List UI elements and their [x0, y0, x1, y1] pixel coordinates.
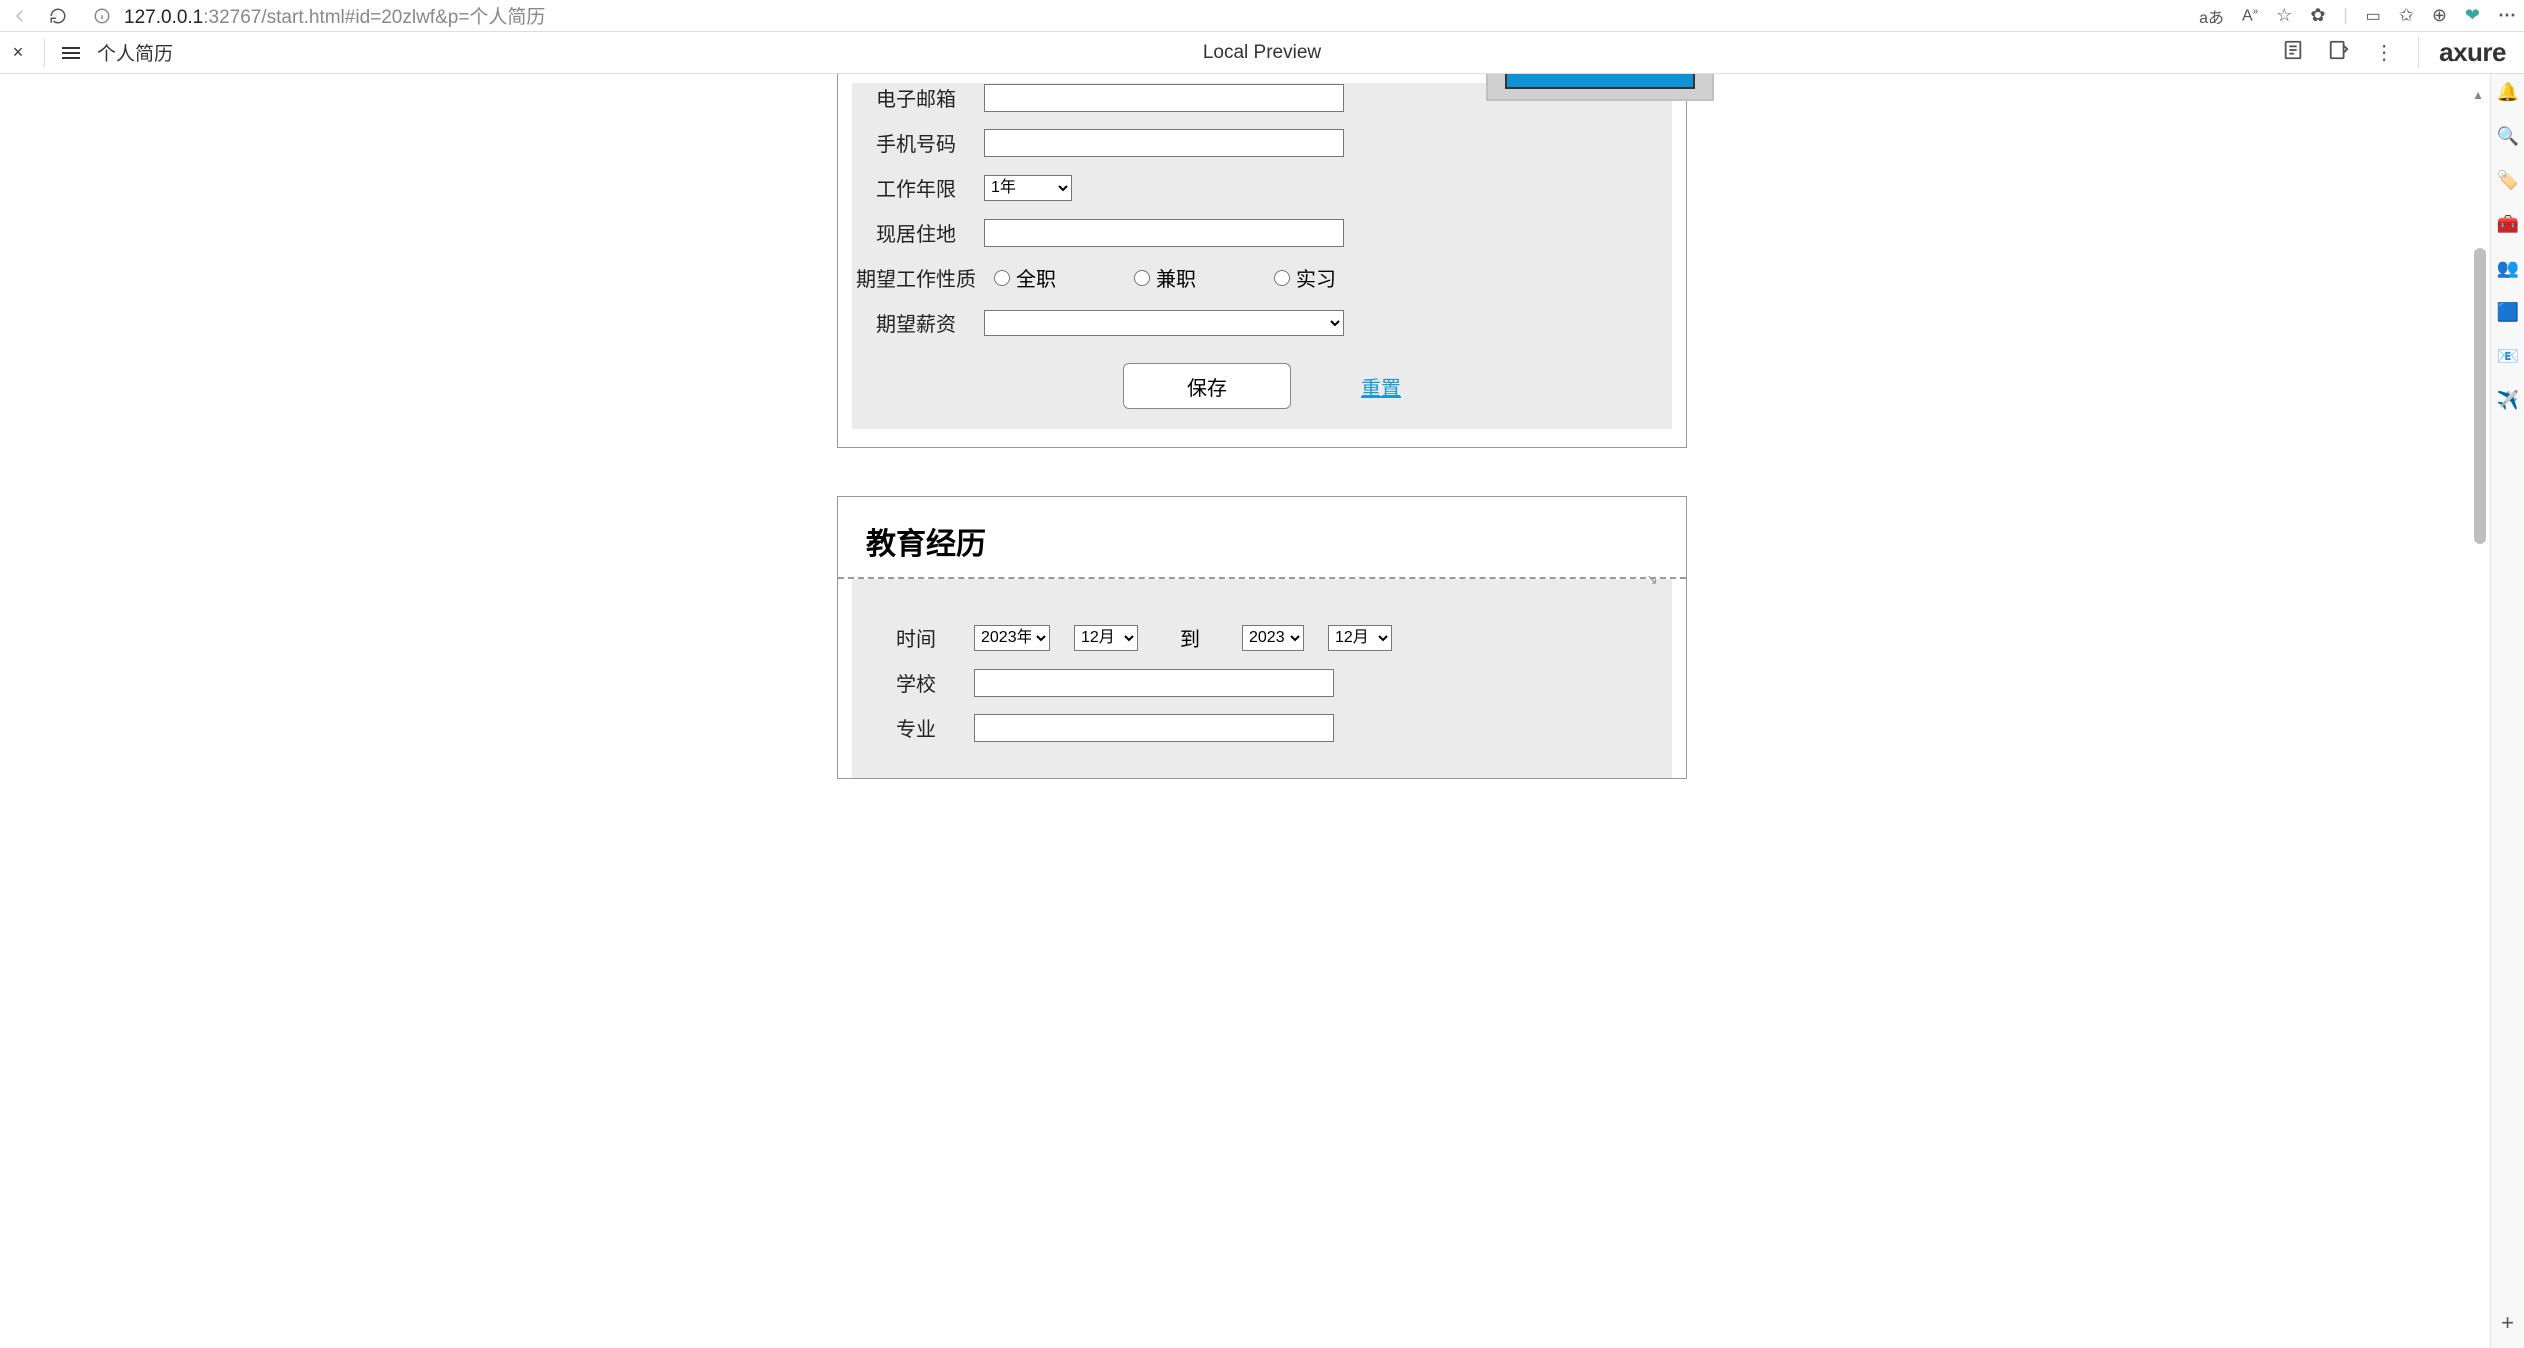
notes-icon[interactable] — [2282, 39, 2304, 66]
edu-start-month-select[interactable]: 12月 — [1074, 625, 1138, 651]
scroll-up-arrow-icon[interactable]: ▲ — [2472, 88, 2484, 102]
email-input[interactable] — [984, 84, 1344, 112]
salary-select[interactable] — [984, 310, 1344, 336]
more-icon[interactable]: ⋯ — [2498, 5, 2516, 26]
edu-time-label: 时间 — [896, 623, 950, 652]
edu-major-input[interactable] — [974, 714, 1334, 742]
scrollbar-thumb[interactable] — [2474, 248, 2486, 544]
job-type-label: 期望工作性质 — [856, 263, 986, 292]
preview-label: Local Preview — [1203, 42, 1321, 64]
back-icon[interactable] — [8, 4, 32, 28]
split-screen-icon[interactable]: ▭ — [2366, 6, 2381, 26]
phone-label: 手机号码 — [876, 128, 984, 157]
edu-major-label: 专业 — [896, 713, 950, 742]
work-years-label: 工作年限 — [876, 173, 984, 202]
tag-icon[interactable]: 🏷️ — [2497, 170, 2519, 192]
outlook-icon[interactable]: 📧 — [2497, 346, 2519, 368]
page-name: 个人简历 — [97, 39, 173, 66]
extensions-icon[interactable]: ✿ — [2310, 5, 2325, 26]
refresh-icon[interactable] — [46, 4, 70, 28]
residence-input[interactable] — [984, 219, 1344, 247]
resize-handle-icon[interactable]: ↘ — [1646, 571, 1658, 588]
more-vertical-icon[interactable]: ⋮ — [2374, 40, 2394, 65]
education-card: 教育经历 ↘ 时间 2023年 12月 到 2023 12月 学校 — [837, 496, 1687, 779]
education-title: 教育经历 — [838, 497, 1686, 577]
edu-end-month-select[interactable]: 12月 — [1328, 625, 1392, 651]
salary-label: 期望薪资 — [876, 308, 984, 337]
text-size-icon[interactable]: A» — [2242, 6, 2258, 25]
job-type-intern[interactable]: 实习 — [1274, 263, 1336, 292]
photo-placeholder[interactable] — [1486, 74, 1714, 101]
send-icon[interactable]: ✈️ — [2497, 390, 2519, 412]
office-icon[interactable]: 🟦 — [2497, 302, 2519, 324]
email-label: 电子邮箱 — [876, 83, 984, 112]
edu-end-year-select[interactable]: 2023 — [1242, 625, 1304, 651]
people-icon[interactable]: 👥 — [2497, 258, 2519, 280]
phone-input[interactable] — [984, 129, 1344, 157]
edu-school-label: 学校 — [896, 668, 950, 697]
favorite-star-icon[interactable]: ☆ — [2276, 5, 2292, 26]
search-icon[interactable]: 🔍 — [2497, 126, 2519, 148]
url-text[interactable]: 127.0.0.1:32767/start.html#id=20zlwf&p=个… — [124, 2, 545, 29]
favorites-list-icon[interactable]: ✩ — [2399, 5, 2414, 26]
site-info-icon[interactable] — [90, 4, 114, 28]
edu-school-input[interactable] — [974, 669, 1334, 697]
save-button[interactable]: 保存 — [1123, 363, 1291, 409]
browser-address-bar: 127.0.0.1:32767/start.html#id=20zlwf&p=个… — [0, 0, 2524, 32]
add-sidebar-icon[interactable]: + — [2501, 1310, 2514, 1336]
edu-to-label: 到 — [1180, 623, 1200, 652]
translate-icon[interactable]: aあ — [2199, 4, 2224, 28]
menu-icon[interactable] — [59, 47, 83, 59]
axure-toolbar: × 个人简历 Local Preview ⋮ axure — [0, 32, 2524, 74]
axure-logo: axure — [2418, 37, 2506, 68]
job-type-full[interactable]: 全职 — [994, 263, 1056, 292]
job-type-part[interactable]: 兼职 — [1134, 263, 1196, 292]
handoff-icon[interactable] — [2328, 39, 2350, 66]
bell-icon[interactable]: 🔔 — [2497, 82, 2519, 104]
reset-button[interactable]: 重置 — [1361, 372, 1401, 401]
edu-start-year-select[interactable]: 2023年 — [974, 625, 1050, 651]
work-years-select[interactable]: 1年 — [984, 175, 1072, 201]
basic-info-card: 电子邮箱 手机号码 工作年限 1年 现居住地 — [837, 74, 1687, 448]
residence-label: 现居住地 — [876, 218, 984, 247]
close-panel-button[interactable]: × — [6, 42, 30, 63]
performance-icon[interactable]: ❤ — [2465, 5, 2480, 26]
collections-icon[interactable]: ⊕ — [2432, 5, 2447, 26]
edge-sidebar: 🔔 🔍 🏷️ 🧰 👥 🟦 📧 ✈️ + — [2490, 74, 2524, 1348]
toolbox-icon[interactable]: 🧰 — [2497, 214, 2519, 236]
